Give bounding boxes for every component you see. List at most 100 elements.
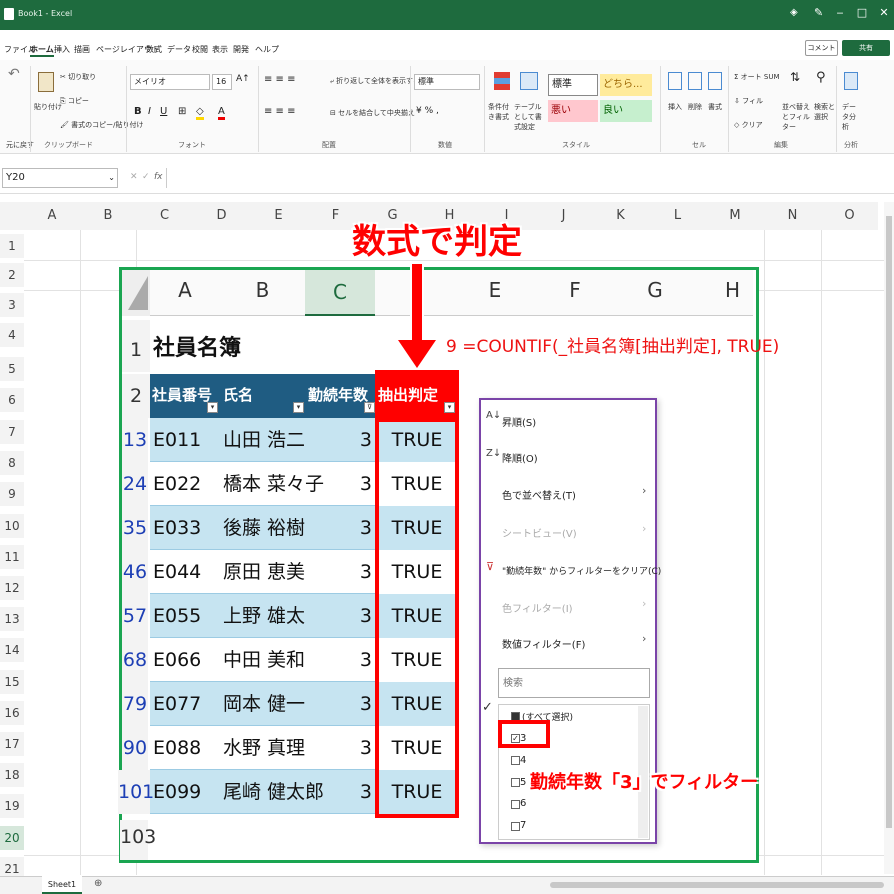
cell-employee-id[interactable]: E044: [153, 550, 201, 594]
cell-years[interactable]: 3: [300, 418, 372, 462]
row-header[interactable]: 19: [0, 794, 24, 818]
minimize-button[interactable]: ‒: [832, 6, 848, 19]
cell-years[interactable]: 3: [300, 770, 372, 814]
merge-center-button[interactable]: ⊟ セルを結合して中央揃え: [330, 108, 415, 118]
cell-years[interactable]: 3: [300, 462, 372, 506]
column-header[interactable]: O: [821, 202, 878, 230]
pin-icon[interactable]: ◈: [790, 7, 798, 18]
cell-name[interactable]: 岡本 健一: [223, 682, 305, 726]
fill-button[interactable]: ⇩ フィル: [734, 96, 763, 106]
row-header[interactable]: 6: [0, 388, 24, 412]
column-header[interactable]: K: [592, 202, 649, 230]
cancel-icon[interactable]: ✕: [130, 172, 138, 182]
bold-icon[interactable]: B: [134, 106, 142, 117]
conditional-format-label[interactable]: 条件付き書式: [488, 102, 512, 122]
filter-dropdown-icon[interactable]: ▾: [444, 402, 455, 413]
row-header[interactable]: 9: [0, 482, 24, 506]
style-neutral[interactable]: どちら...: [600, 74, 652, 96]
cell-employee-id[interactable]: E033: [153, 506, 201, 550]
table-format-label[interactable]: テーブルとして書式設定: [514, 102, 544, 132]
value-7-checkbox[interactable]: [511, 822, 520, 831]
format-painter-button[interactable]: 🖌 書式のコピー/貼り付け: [60, 120, 143, 130]
row-header[interactable]: 10: [0, 514, 24, 538]
cell-years[interactable]: 3: [300, 682, 372, 726]
currency-icon[interactable]: ¥ % ,: [416, 106, 439, 116]
sort-ascending-item[interactable]: 昇順(S): [502, 414, 536, 429]
menu-home[interactable]: ホーム: [30, 44, 54, 57]
close-button[interactable]: ✕: [876, 6, 892, 19]
style-normal[interactable]: 標準: [548, 74, 598, 96]
paste-icon[interactable]: [38, 72, 54, 92]
data-analysis-icon[interactable]: [844, 72, 858, 90]
cell-name[interactable]: 後藤 裕樹: [223, 506, 305, 550]
paste-label[interactable]: 貼り付け: [34, 102, 62, 112]
align-left-icon[interactable]: ≡ ≡ ≡: [264, 106, 296, 117]
cell-years[interactable]: 3: [300, 550, 372, 594]
row-header[interactable]: 11: [0, 545, 24, 569]
color-sort-item[interactable]: 色で並べ替え(T): [502, 487, 576, 502]
insert-cells-icon[interactable]: [668, 72, 682, 90]
cell-years[interactable]: 3: [300, 726, 372, 770]
row-header[interactable]: 17: [0, 732, 24, 756]
clear-button[interactable]: ◇ クリア: [734, 120, 763, 130]
delete-cells-label[interactable]: 削除: [688, 102, 702, 112]
column-header[interactable]: L: [649, 202, 706, 230]
row-header[interactable]: 5: [0, 357, 24, 381]
autosum-button[interactable]: Σ オート SUM: [734, 72, 780, 82]
menu-developer[interactable]: 開発: [233, 44, 249, 55]
cell-employee-id[interactable]: E066: [153, 638, 201, 682]
add-sheet-icon[interactable]: ⊕: [94, 878, 102, 889]
cell-name[interactable]: 水野 真理: [223, 726, 305, 770]
delete-cells-icon[interactable]: [688, 72, 702, 90]
find-select-icon[interactable]: ⚲: [816, 70, 826, 85]
row-header[interactable]: 13: [0, 607, 24, 631]
style-bad[interactable]: 悪い: [548, 100, 598, 122]
column-header[interactable]: M: [706, 202, 764, 230]
row-header[interactable]: 14: [0, 638, 24, 662]
number-format-select[interactable]: 標準: [414, 74, 480, 90]
menu-insert[interactable]: 挿入: [54, 44, 70, 55]
cell-name[interactable]: 中田 美和: [223, 638, 305, 682]
pen-icon[interactable]: ✎: [814, 6, 823, 19]
clear-filter-item[interactable]: "勤続年数" からフィルターをクリア(C): [502, 564, 661, 577]
number-filter-item[interactable]: 数値フィルター(F): [502, 636, 585, 651]
select-all-corner[interactable]: [0, 202, 24, 230]
row-header[interactable]: 7: [0, 420, 24, 444]
column-header[interactable]: J: [535, 202, 592, 230]
cell-employee-id[interactable]: E099: [153, 770, 201, 814]
sheet-tab-sheet1[interactable]: Sheet1: [42, 876, 82, 894]
font-color-icon[interactable]: A: [218, 106, 225, 120]
value-4-checkbox[interactable]: [511, 756, 520, 765]
row-header[interactable]: 1: [0, 234, 24, 258]
font-grow-icon[interactable]: A↑: [236, 74, 250, 84]
format-cells-label[interactable]: 書式: [708, 102, 722, 112]
row-header[interactable]: 12: [0, 576, 24, 600]
menu-formulas[interactable]: 数式: [146, 44, 162, 55]
comment-button[interactable]: コメント: [805, 40, 838, 56]
italic-icon[interactable]: I: [148, 106, 151, 117]
value-6-checkbox[interactable]: [511, 800, 520, 809]
filter-dropdown-icon[interactable]: ▾: [207, 402, 218, 413]
menu-view[interactable]: 表示: [212, 44, 228, 55]
confirm-icon[interactable]: ✓: [142, 172, 150, 182]
row-header[interactable]: 16: [0, 701, 24, 725]
format-cells-icon[interactable]: [708, 72, 722, 90]
column-header[interactable]: A: [24, 202, 80, 230]
column-header[interactable]: C: [136, 202, 193, 230]
fill-color-icon[interactable]: ◇: [196, 106, 204, 120]
cell-employee-id[interactable]: E088: [153, 726, 201, 770]
maximize-button[interactable]: □: [854, 6, 870, 19]
value-5-checkbox[interactable]: [511, 778, 520, 787]
share-button[interactable]: 共有: [842, 40, 890, 56]
row-header[interactable]: 15: [0, 670, 24, 694]
row-header[interactable]: 2: [0, 263, 24, 287]
row-header[interactable]: 8: [0, 451, 24, 475]
name-box[interactable]: Y20 ⌄: [2, 168, 118, 188]
filter-search-input[interactable]: [498, 668, 650, 698]
wrap-text-button[interactable]: ⤶ 折り返して全体を表示する: [330, 76, 420, 86]
horizontal-scrollbar[interactable]: [550, 882, 884, 888]
cell-employee-id[interactable]: E011: [153, 418, 201, 462]
find-select-label[interactable]: 検索と選択: [814, 102, 836, 122]
cut-button[interactable]: ✂ 切り取り: [60, 72, 96, 82]
menu-review[interactable]: 校閲: [192, 44, 208, 55]
